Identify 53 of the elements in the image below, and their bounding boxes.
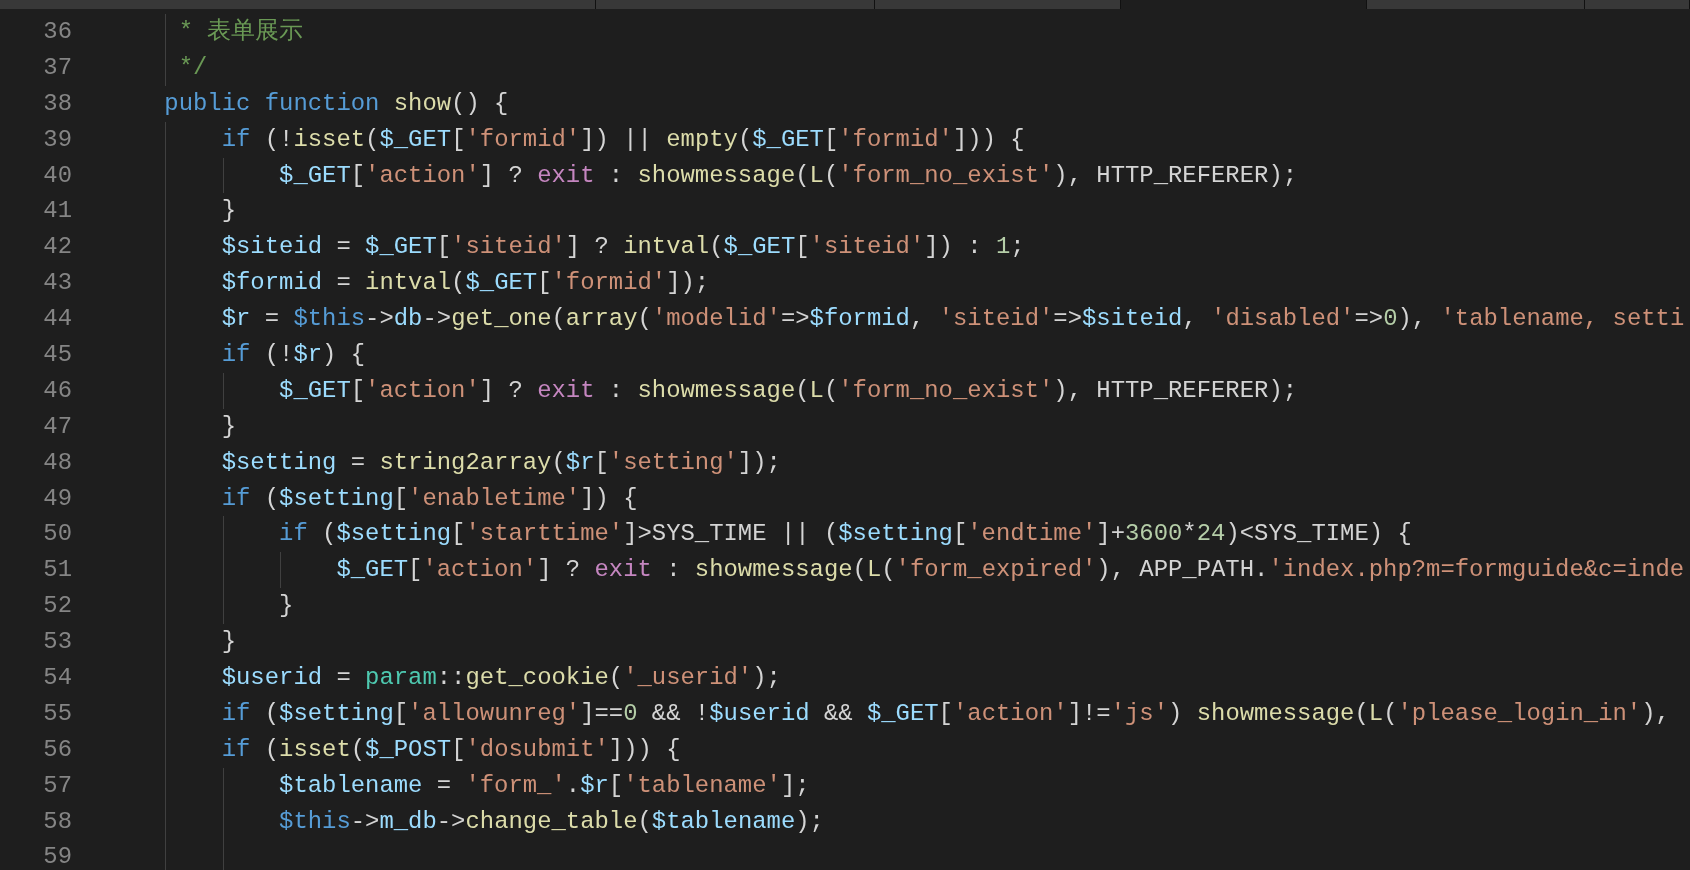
editor-tab[interactable] [1121,0,1367,9]
line-number: 45 [42,343,72,367]
code-line: } [220,630,237,655]
line-number: 43 [42,271,72,296]
line-number: 42 [42,235,72,260]
line-number: 39 [42,127,72,152]
code-line: $tablename = 'form_'.$r['tablename']; [278,773,810,798]
line-number: 56 [42,737,72,762]
code-line: } [278,594,294,619]
line-number: 36 [42,20,72,44]
code-line: $_GET['action'] ? exit : showmessage(L('form_no_exist'), HTTP_REFERER); [278,163,1298,188]
line-number: 59 [42,845,72,870]
line-number: 51 [42,558,72,583]
code-line: $r = $this->db->get_one(array('modelid'=>$formid, 'siteid'=>$siteid, 'disabled'=>0), 'tablename, setti [220,307,1685,331]
line-number: 44 [42,307,72,331]
code-line: $siteid = $_GET['siteid'] ? intval($_GET['siteid']) : 1; [220,235,1025,260]
editor-tab[interactable] [596,0,875,9]
line-number: 54 [42,666,72,690]
line-number: 58 [42,809,72,834]
code-line: if ($setting['enabletime']) { [220,486,638,511]
editor-tab[interactable] [0,0,596,9]
line-number: 57 [42,773,72,798]
line-number: 38 [42,91,72,116]
code-line: */ [177,55,208,80]
code-line: $userid = param::get_cookie('_userid'); [220,666,781,690]
editor-tab[interactable] [1367,0,1585,9]
line-number: 53 [42,630,72,655]
line-number: 48 [42,450,72,475]
code-line: $_GET['action'] ? exit : showmessage(L('form_expired'), APP_PATH.'index.php?m=formguide&c=inde [335,558,1685,583]
line-number: 40 [42,163,72,188]
code-line: if (!$r) { [220,343,366,367]
code-line: if ($setting['allowunreg']==0 && !$userid && $_GET['action']!='js') showmessage(L('please_login_in'), [220,701,1670,726]
line-number: 46 [42,378,72,403]
editor-tab[interactable] [875,0,1121,9]
line-number: 55 [42,701,72,726]
code-line: public function show() { [163,91,509,116]
code-line: $formid = intval($_GET['formid']); [220,271,710,296]
editor-tab[interactable] [1585,0,1690,9]
code-line: $_GET['action'] ? exit : showmessage(L('form_no_exist'), HTTP_REFERER); [278,378,1298,403]
line-number: 41 [42,199,72,224]
code-line: * 表单展示 [177,20,304,44]
code-line: $this->m_db->change_table($tablename); [278,809,824,834]
code-line: if (isset($_POST['dosubmit'])) { [220,737,681,762]
line-number: 49 [42,486,72,511]
line-number: 50 [42,522,72,547]
line-number: 47 [42,414,72,439]
line-number: 37 [42,55,72,80]
code-line: } [220,414,237,439]
code-line: $setting = string2array($r['setting']); [220,450,781,475]
code-line: if (!isset($_GET['formid']) || empty($_GET['formid'])) { [220,127,1025,152]
line-number: 52 [42,594,72,619]
code-line: if ($setting['starttime']>SYS_TIME || ($setting['endtime']+3600*24)<SYS_TIME) { [278,522,1412,547]
code-line: } [220,199,237,224]
